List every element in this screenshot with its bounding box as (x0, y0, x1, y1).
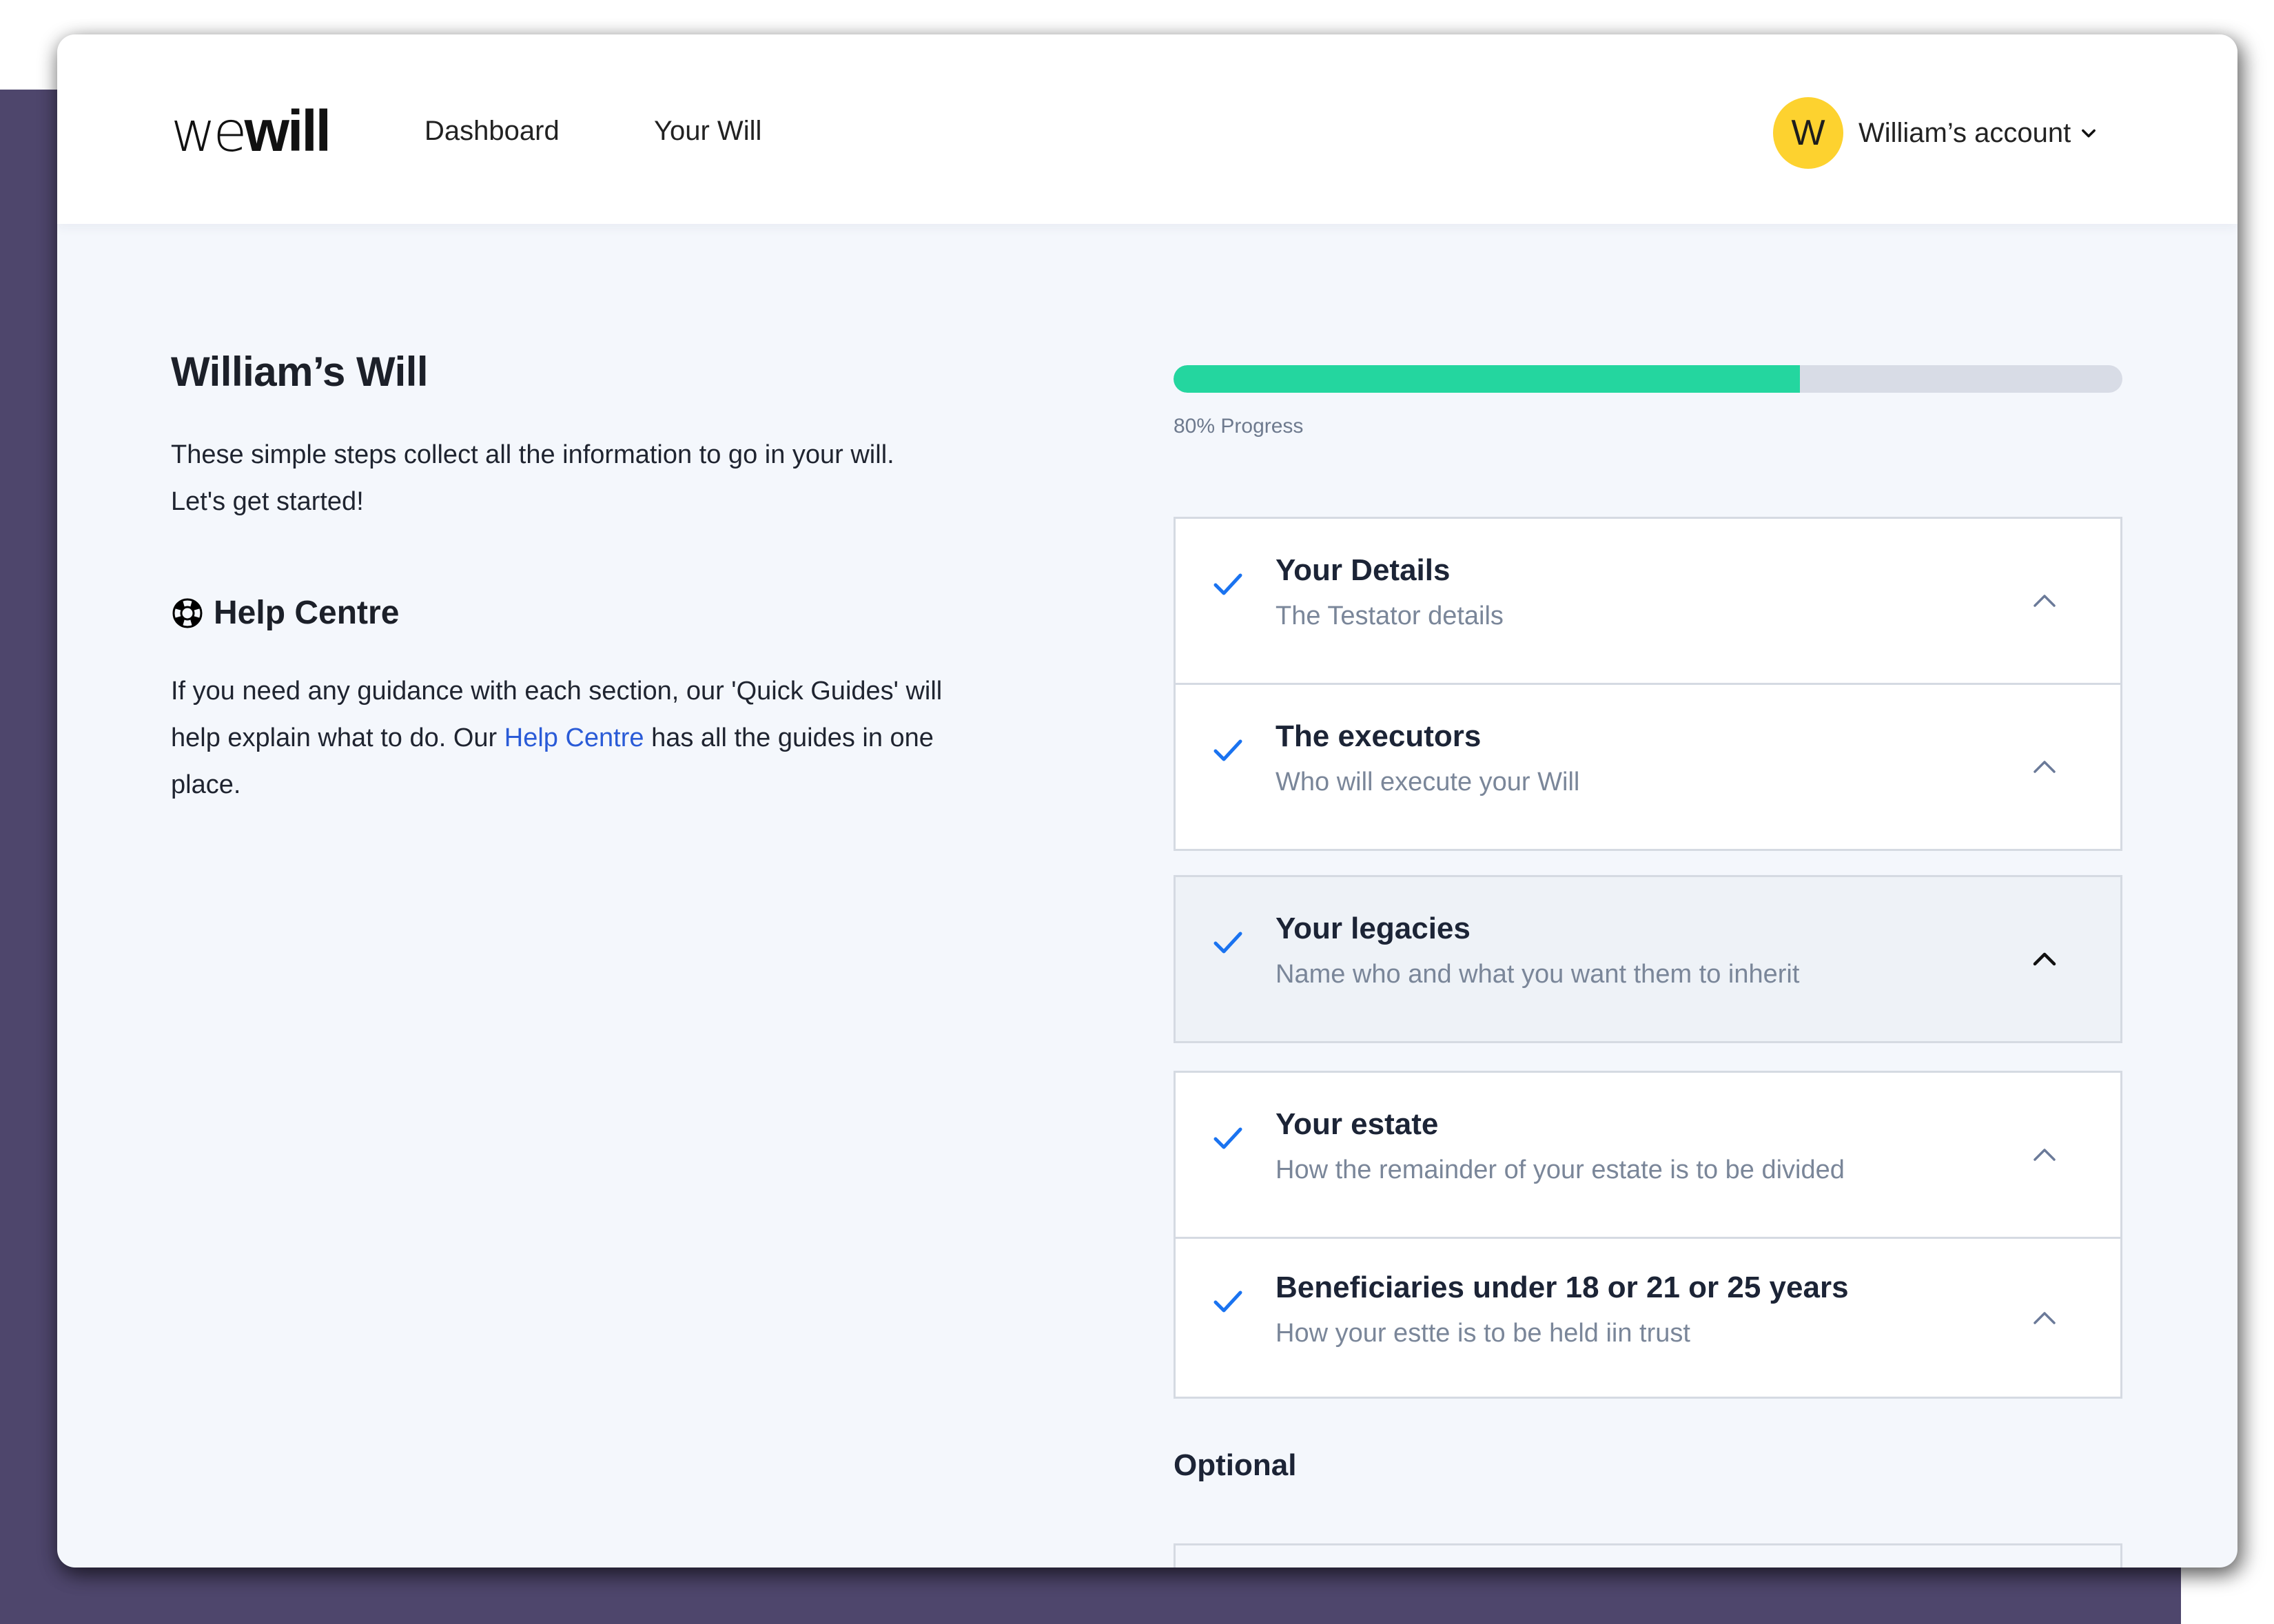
app-window: wewill Dashboard Your Will W William’s a… (57, 34, 2237, 1568)
step-subtitle: Name who and what you want them to inher… (1276, 960, 1800, 989)
top-navbar: wewill Dashboard Your Will W William’s a… (57, 34, 2237, 224)
optional-step-card[interactable] (1174, 1543, 2122, 1568)
help-centre-title: Help Centre (214, 595, 400, 631)
check-icon (1213, 739, 1242, 761)
step-title: Your estate (1276, 1107, 1439, 1141)
logo-prefix: we (171, 100, 247, 164)
step-card[interactable]: The executors Who will execute your Will (1174, 683, 2122, 851)
progress-bar (1174, 365, 2122, 393)
account-menu[interactable]: W William’s account (1773, 96, 2098, 169)
avatar: W (1773, 97, 1843, 169)
help-centre-link[interactable]: Help Centre (504, 723, 644, 752)
chevron-up-icon[interactable] (2031, 1144, 2058, 1164)
check-icon (1213, 1127, 1242, 1149)
step-card[interactable]: Your legacies Name who and what you want … (1174, 875, 2122, 1043)
step-title: Beneficiaries under 18 or 21 or 25 years (1276, 1270, 1849, 1304)
step-subtitle: Who will execute your Will (1276, 768, 1580, 796)
step-title: Your legacies (1276, 912, 1471, 945)
chevron-up-icon[interactable] (2031, 949, 2058, 968)
progress-bar-fill (1174, 365, 1800, 393)
step-card[interactable]: Beneficiaries under 18 or 21 or 25 years… (1174, 1237, 2122, 1399)
step-card[interactable]: Your estate How the remainder of your est… (1174, 1071, 2122, 1239)
progress-label: 80% Progress (1174, 415, 1304, 438)
check-icon (1213, 1291, 1242, 1312)
step-subtitle: How the remainder of your estate is to b… (1276, 1155, 1845, 1184)
chevron-up-icon[interactable] (2031, 590, 2058, 610)
intro-line-2: Let's get started! (171, 487, 364, 516)
step-title: The executors (1276, 719, 1482, 753)
chevron-up-icon[interactable] (2031, 1308, 2058, 1327)
step-card[interactable]: Your Details The Testator details (1174, 517, 2122, 685)
wewill-logo[interactable]: wewill (171, 99, 331, 163)
account-label: William’s account (1858, 117, 2071, 148)
intro-column: William’s Will These simple steps collec… (171, 348, 998, 808)
step-subtitle: The Testator details (1276, 602, 1504, 630)
optional-heading: Optional (1174, 1448, 1297, 1482)
logo-suffix: will (244, 99, 331, 163)
step-subtitle: How your estte is to be held iin trust (1276, 1318, 1690, 1348)
help-text: If you need any guidance with each secti… (171, 668, 963, 808)
help-centre-heading: Help Centre (171, 594, 998, 632)
check-icon (1213, 932, 1242, 954)
intro-line-1: These simple steps collect all the infor… (171, 440, 894, 469)
check-icon (1213, 573, 1242, 595)
life-ring-icon (172, 598, 203, 628)
intro-text: These simple steps collect all the infor… (171, 431, 998, 525)
chevron-up-icon[interactable] (2031, 757, 2058, 776)
nav-your-will[interactable]: Your Will (654, 116, 761, 147)
step-title: Your Details (1276, 553, 1451, 587)
page-title: William’s Will (171, 349, 429, 395)
chevron-down-icon (2082, 129, 2096, 138)
nav-dashboard[interactable]: Dashboard (424, 116, 560, 147)
